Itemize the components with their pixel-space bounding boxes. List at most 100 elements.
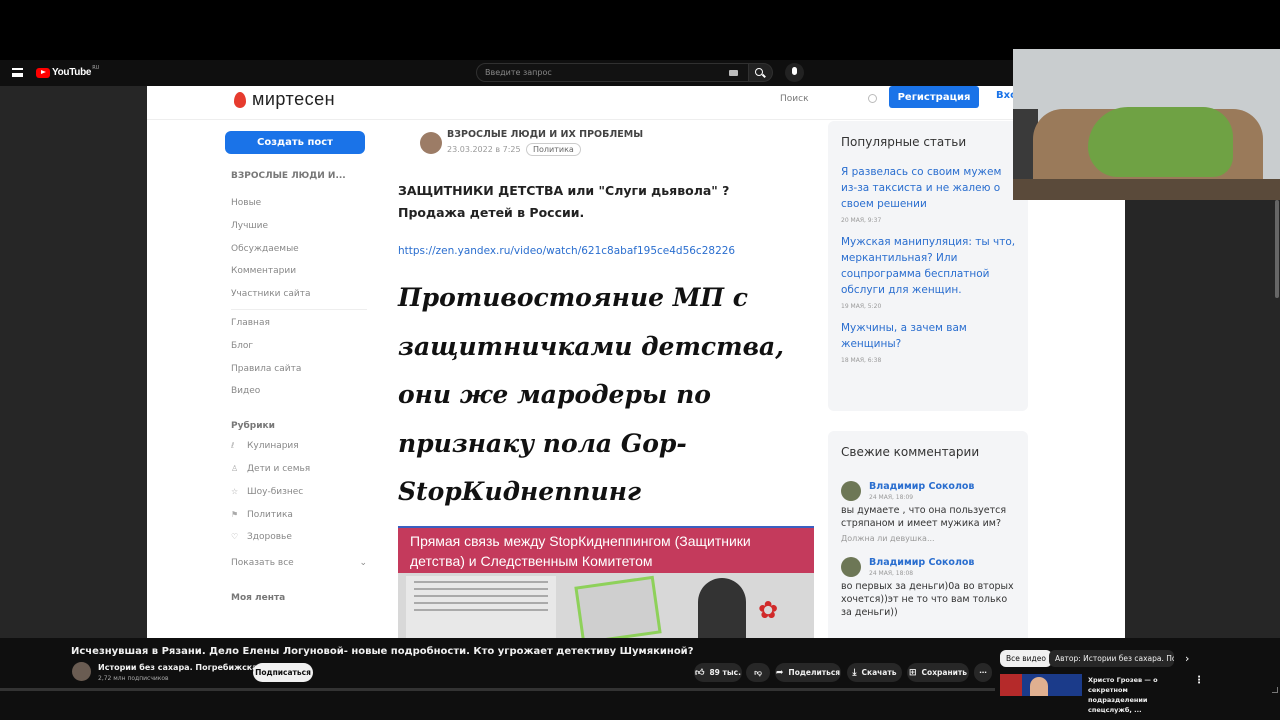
- share-button[interactable]: ➦ Поделиться: [775, 663, 841, 682]
- save-icon: ⊞: [909, 667, 917, 678]
- sidebar-item-rules[interactable]: Правила сайта: [231, 358, 367, 381]
- more-icon: ⋯: [979, 668, 987, 677]
- keyboard-icon[interactable]: [729, 70, 738, 76]
- rubric-label: Кулинария: [247, 441, 299, 452]
- heart-icon: ♡: [231, 532, 239, 542]
- brand-name: миртесен: [252, 89, 336, 109]
- rubric-showbiz[interactable]: ☆ Шоу-бизнес: [231, 481, 367, 504]
- author-name[interactable]: ВЗРОСЛЫЕ ЛЮДИ И ИХ ПРОБЛЕМЫ: [447, 129, 643, 140]
- recommended-thumbnail[interactable]: [1000, 674, 1082, 696]
- save-button[interactable]: ⊞ Сохранить: [907, 663, 969, 682]
- menu-icon[interactable]: [12, 68, 23, 77]
- site-sidebar: ВЗРОСЛЫЕ ЛЮДИ И... Новые Лучшие Обсуждае…: [231, 171, 367, 603]
- comment-author[interactable]: Владимир Соколов: [869, 557, 974, 568]
- youtube-search-input[interactable]: Введите запрос: [476, 63, 749, 82]
- subscribe-button[interactable]: Подписаться: [253, 663, 313, 682]
- family-icon: ♙: [231, 463, 239, 473]
- popular-item-title[interactable]: Я развелась со своим мужем из-за таксист…: [841, 164, 1017, 212]
- avatar[interactable]: [841, 481, 861, 501]
- resize-icon[interactable]: [1272, 687, 1278, 693]
- show-all-label: Показать все: [231, 558, 294, 569]
- dislike-button[interactable]: 👎︎: [746, 663, 770, 682]
- comment-header: Владимир Соколов 24 МАЯ, 18:08: [841, 557, 1021, 577]
- site-search-input[interactable]: Поиск: [774, 89, 879, 109]
- comment-post-link[interactable]: Должна ли девушка...: [841, 534, 1021, 543]
- image-green-frame: [574, 575, 662, 638]
- site-header: миртесен Поиск Регистрация Вход: [147, 86, 1125, 120]
- sidebar-item-best[interactable]: Лучшие: [231, 215, 367, 238]
- video-info-panel: Исчезнувшая в Рязани. Дело Елены Логунов…: [0, 638, 1280, 720]
- chip-all-videos[interactable]: Все видео: [1000, 650, 1052, 667]
- video-title: Исчезнувшая в Рязани. Дело Елены Логунов…: [71, 646, 694, 657]
- recent-comments-card: Свежие комментарии Владимир Соколов 24 М…: [828, 431, 1028, 638]
- post-link[interactable]: https://zen.yandex.ru/video/watch/621c8a…: [398, 245, 735, 257]
- post-title: ЗАЩИТНИКИ ДЕТСТВА или "Слуги дьявола" ? …: [398, 183, 730, 220]
- player-side-right: [1125, 200, 1280, 638]
- my-feed-title[interactable]: Моя лента: [231, 593, 367, 603]
- like-count: 89 тыс.: [709, 668, 741, 677]
- share-label: Поделиться: [788, 668, 841, 677]
- comment-author[interactable]: Владимир Соколов: [869, 481, 974, 492]
- mic-icon: [792, 67, 797, 75]
- sidebar-item-home[interactable]: Главная: [231, 312, 367, 335]
- rubric-politics[interactable]: ⚑ Политика: [231, 504, 367, 527]
- post-date: 23.03.2022 в 7:25: [447, 145, 521, 154]
- panel-scrollbar[interactable]: [0, 688, 995, 691]
- flag-icon: ⚑: [231, 509, 239, 519]
- star-icon: ☆: [231, 486, 239, 496]
- video-frame-webpage: миртесен Поиск Регистрация Вход Создать …: [147, 86, 1125, 638]
- voice-search-button[interactable]: [785, 63, 804, 82]
- rubric-cooking[interactable]: ℓ Кулинария: [231, 435, 367, 458]
- sidebar-item-comments[interactable]: Комментарии: [231, 260, 367, 283]
- channel-name[interactable]: Истории без сахара. Погребижская.✔: [98, 663, 275, 672]
- sidebar-item-blog[interactable]: Блог: [231, 335, 367, 358]
- channel-name-text: Истории без сахара. Погребижская.: [98, 663, 266, 672]
- search-placeholder: Введите запрос: [485, 68, 552, 77]
- sidebar-item-video[interactable]: Видео: [231, 380, 367, 403]
- rubric-label: Политика: [247, 509, 293, 520]
- channel-avatar[interactable]: [72, 662, 91, 681]
- search-icon: [755, 68, 763, 76]
- post-tag[interactable]: Политика: [526, 143, 581, 156]
- flame-icon: [234, 91, 246, 108]
- rubric-label: Дети и семья: [247, 463, 311, 474]
- search-button[interactable]: [749, 63, 773, 82]
- popular-item-title[interactable]: Мужская манипуляция: ты что, меркантильн…: [841, 234, 1017, 298]
- sidebar-title: ВЗРОСЛЫЕ ЛЮДИ И...: [231, 171, 346, 181]
- avatar[interactable]: [841, 557, 861, 577]
- sidebar-item-discussed[interactable]: Обсуждаемые: [231, 238, 367, 261]
- comments-title: Свежие комментарии: [841, 445, 980, 459]
- recommended-title[interactable]: Христо Грозев — о секретном подразделени…: [1088, 675, 1188, 715]
- author-avatar[interactable]: [420, 132, 442, 154]
- more-actions-button[interactable]: ⋯: [974, 663, 992, 682]
- register-button[interactable]: Регистрация: [889, 86, 979, 108]
- screen: YouTube RU Введите запрос миртесен Поиск…: [0, 0, 1280, 720]
- sidebar-item-new[interactable]: Новые: [231, 192, 367, 215]
- popular-item-date: 20 МАЯ, 9:37: [841, 217, 882, 224]
- show-all-rubrics[interactable]: Показать все ⌄: [231, 552, 367, 574]
- youtube-logo[interactable]: YouTube RU: [36, 65, 99, 78]
- webcam-blanket: [1088, 107, 1233, 177]
- comment-header: Владимир Соколов 24 МАЯ, 18:09: [841, 481, 1021, 501]
- image-document: [406, 576, 556, 638]
- scrollbar-thumb[interactable]: [1275, 200, 1279, 298]
- create-post-button[interactable]: Создать пост: [225, 131, 365, 154]
- youtube-wordmark: YouTube: [52, 67, 92, 78]
- popular-item-title[interactable]: Мужчины, а зачем вам женщины?: [841, 320, 1017, 352]
- download-button[interactable]: ⤓ Скачать: [847, 663, 902, 682]
- image-logo-icon: ✿: [758, 596, 779, 624]
- image-banner-text: Прямая связь между StopКиднеппингом (Защ…: [398, 528, 814, 573]
- more-vert-icon[interactable]: ⋮: [1194, 675, 1204, 686]
- site-logo[interactable]: миртесен: [234, 89, 335, 110]
- comment-date: 24 МАЯ, 18:08: [869, 570, 914, 577]
- rubric-family[interactable]: ♙ Дети и семья: [231, 458, 367, 481]
- chevron-down-icon: ⌄: [359, 558, 367, 569]
- share-icon: ➦: [775, 667, 784, 678]
- chip-author[interactable]: Автор: Истории без сахара. Погребижская: [1049, 650, 1174, 667]
- rubric-health[interactable]: ♡ Здоровье: [231, 526, 367, 549]
- sidebar-item-members[interactable]: Участники сайта: [231, 283, 367, 306]
- post-image: Прямая связь между StopКиднеппингом (Защ…: [398, 526, 814, 638]
- like-button[interactable]: 👍︎ 89 тыс.: [694, 663, 742, 682]
- chevron-right-icon[interactable]: ›: [1185, 652, 1189, 665]
- comments-list: Владимир Соколов 24 МАЯ, 18:09 вы думает…: [841, 481, 1021, 619]
